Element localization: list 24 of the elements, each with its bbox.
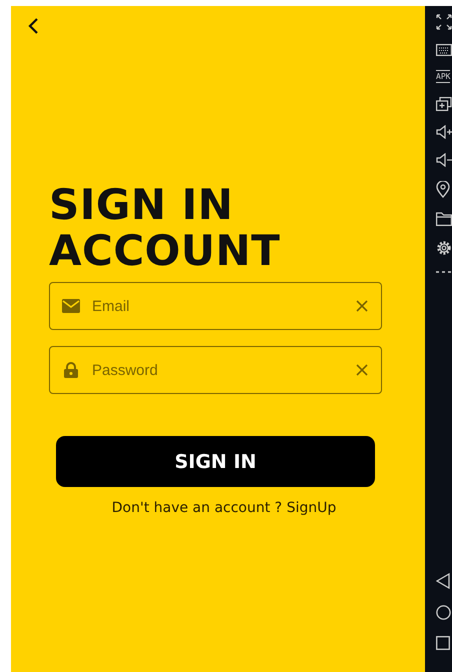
fullscreen-icon[interactable] bbox=[436, 14, 452, 30]
folder-icon[interactable] bbox=[436, 212, 452, 226]
envelope-icon bbox=[62, 299, 80, 313]
location-pin-icon[interactable] bbox=[436, 181, 450, 198]
nav-home-icon[interactable] bbox=[436, 605, 451, 620]
clear-icon[interactable] bbox=[356, 364, 368, 376]
signup-link[interactable]: Don't have an account ? SignUp bbox=[112, 500, 336, 516]
nav-back-icon[interactable] bbox=[436, 573, 450, 589]
clear-icon[interactable] bbox=[356, 300, 368, 312]
volume-down-icon[interactable] bbox=[436, 153, 452, 167]
lock-icon bbox=[62, 362, 80, 378]
nav-recents-icon[interactable] bbox=[436, 636, 450, 650]
email-field[interactable]: Email bbox=[49, 282, 382, 330]
keyboard-icon[interactable] bbox=[436, 44, 452, 56]
volume-up-icon[interactable] bbox=[436, 125, 452, 139]
add-window-icon[interactable] bbox=[436, 97, 452, 111]
screen-title: ACCOUNT bbox=[49, 228, 280, 274]
password-field[interactable]: Password bbox=[49, 346, 382, 394]
more-icon[interactable] bbox=[436, 270, 452, 274]
apk-button[interactable]: APK bbox=[436, 70, 450, 83]
settings-icon[interactable] bbox=[436, 240, 452, 256]
sign-in-button[interactable]: SIGN IN bbox=[56, 436, 375, 487]
back-icon bbox=[27, 18, 41, 34]
screen-title: SIGN IN bbox=[49, 182, 234, 228]
